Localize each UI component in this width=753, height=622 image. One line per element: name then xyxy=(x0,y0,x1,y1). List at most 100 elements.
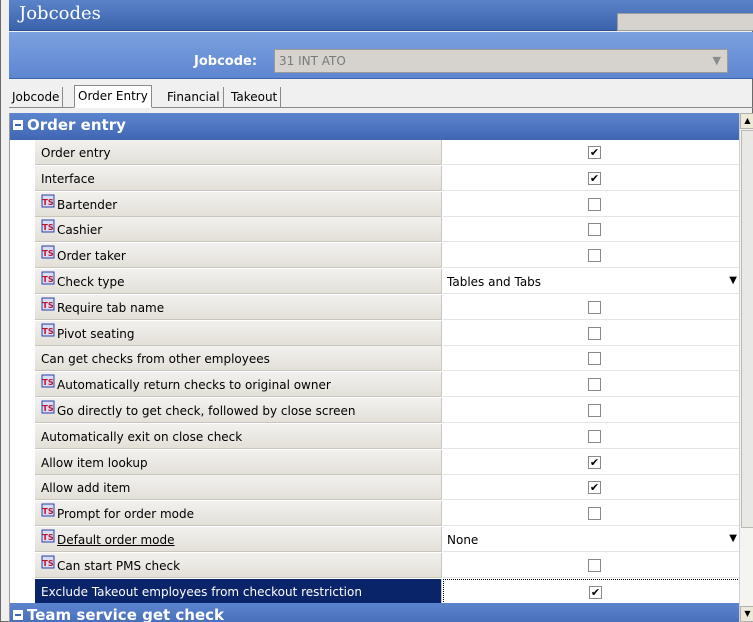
property-row[interactable]: TS Require tab name xyxy=(10,294,739,321)
property-label-cell[interactable]: Can get checks from other employees xyxy=(35,346,442,372)
property-row[interactable]: Order entry ✔ xyxy=(10,140,739,166)
scroll-thumb[interactable] xyxy=(741,130,753,528)
property-label: Pivot seating xyxy=(57,326,135,341)
scroll-up-icon[interactable]: ▲ xyxy=(740,113,753,129)
checkbox[interactable] xyxy=(588,404,601,417)
property-value-cell[interactable]: ✔ xyxy=(443,475,739,501)
property-label-cell[interactable]: TS Can start PMS check xyxy=(35,552,442,578)
tab-financial[interactable]: Financial xyxy=(164,87,224,107)
property-value-cell[interactable] xyxy=(443,243,739,269)
tab-jobcode[interactable]: Jobcode xyxy=(9,87,64,107)
property-row[interactable]: Can get checks from other employees xyxy=(10,346,739,373)
property-value-cell[interactable] xyxy=(443,346,739,372)
property-value-cell[interactable] xyxy=(443,320,739,346)
property-value-cell[interactable] xyxy=(443,552,739,578)
property-row[interactable]: Allow add item ✔ xyxy=(10,475,739,502)
property-value-cell[interactable] xyxy=(443,294,739,320)
property-row[interactable]: TS Go directly to get check, followed by … xyxy=(10,398,739,424)
jobcode-label: Jobcode: xyxy=(194,54,258,69)
row-gutter xyxy=(10,243,35,270)
property-label-cell[interactable]: TS Bartender xyxy=(35,191,442,217)
property-label-cell[interactable]: TS Prompt for order mode xyxy=(35,501,442,527)
chevron-down-icon[interactable]: ▼ xyxy=(729,533,737,544)
property-row[interactable]: TS Pivot seating xyxy=(10,320,739,347)
checkbox[interactable] xyxy=(588,429,601,443)
property-row[interactable]: TS Order taker xyxy=(10,243,739,270)
collapse-icon[interactable] xyxy=(13,120,23,130)
vertical-scrollbar[interactable]: ▲ ▼ xyxy=(739,113,753,622)
row-gutter xyxy=(10,346,35,373)
property-value-cell[interactable] xyxy=(443,423,739,449)
property-value-cell[interactable] xyxy=(443,501,739,527)
property-label: Order taker xyxy=(57,249,126,264)
dropdown[interactable]: Tables and Tabs ▼ xyxy=(443,269,739,294)
section-header-order-entry[interactable]: Order entry xyxy=(10,113,739,140)
property-value-cell[interactable]: ✔ xyxy=(443,140,739,165)
property-row[interactable]: TS Prompt for order mode xyxy=(10,501,739,528)
tab-takeout[interactable]: Takeout xyxy=(228,87,282,107)
ts-icon: TS xyxy=(41,297,55,311)
property-row[interactable]: TS Bartender xyxy=(10,191,739,218)
property-label-cell[interactable]: TS Pivot seating xyxy=(35,320,442,346)
property-label-cell[interactable]: TS Go directly to get check, followed by … xyxy=(35,398,442,423)
property-label-cell[interactable]: TS Automatically return checks to origina… xyxy=(35,372,442,398)
checkbox[interactable] xyxy=(588,558,601,572)
property-value-cell[interactable] xyxy=(443,372,739,398)
checkbox[interactable]: ✔ xyxy=(588,171,601,185)
property-value-cell[interactable]: ✔ xyxy=(443,165,739,191)
tab-strip: Jobcode Order Entry Financial Takeout xyxy=(9,84,753,108)
property-row[interactable]: TS Cashier xyxy=(10,217,739,244)
property-value-cell[interactable] xyxy=(443,217,739,243)
property-label-cell[interactable]: Automatically exit on close check xyxy=(35,423,442,449)
checkbox[interactable] xyxy=(588,223,601,237)
property-row[interactable]: Allow item lookup ✔ xyxy=(10,449,739,476)
property-label: Can get checks from other employees xyxy=(41,352,270,367)
property-value-cell[interactable]: ✔ xyxy=(443,578,739,604)
chevron-down-icon[interactable]: ▼ xyxy=(713,54,721,67)
dropdown[interactable]: None ▼ xyxy=(443,527,739,552)
property-value-cell[interactable] xyxy=(443,398,739,423)
jobcodes-window: Jobcodes Jobcode: 31 INT ATO ▼ Jobcode O… xyxy=(0,0,753,622)
property-label-cell[interactable]: TS Require tab name xyxy=(35,294,442,320)
property-label-cell[interactable]: Exclude Takeout employees from checkout … xyxy=(35,578,442,604)
title-bar-field[interactable] xyxy=(617,13,753,31)
checkbox[interactable]: ✔ xyxy=(588,146,601,159)
property-label-cell[interactable]: TS Default order mode xyxy=(35,527,442,552)
property-label-cell[interactable]: TS Order taker xyxy=(35,243,442,269)
chevron-down-icon[interactable]: ▼ xyxy=(729,275,737,286)
property-label-cell[interactable]: TS Cashier xyxy=(35,217,442,243)
checkbox[interactable] xyxy=(588,249,601,263)
checkbox[interactable]: ✔ xyxy=(588,455,601,469)
property-label-cell[interactable]: Interface xyxy=(35,165,442,191)
property-row[interactable]: Interface ✔ xyxy=(10,165,739,192)
section-header-team-service[interactable]: Team service get check xyxy=(10,603,739,622)
jobcode-header: Jobcode: 31 INT ATO ▼ xyxy=(9,32,753,79)
svg-text:TS: TS xyxy=(42,198,53,207)
property-label-cell[interactable]: Order entry xyxy=(35,140,442,165)
property-row[interactable]: TS Default order mode None ▼ xyxy=(10,527,739,553)
property-label-cell[interactable]: Allow add item xyxy=(35,475,442,501)
property-label-cell[interactable]: Allow item lookup xyxy=(35,449,442,475)
collapse-icon[interactable] xyxy=(13,610,23,620)
property-row[interactable]: TS Check type Tables and Tabs ▼ xyxy=(10,269,739,295)
property-label-cell[interactable]: TS Check type xyxy=(35,269,442,294)
jobcode-select[interactable]: 31 INT ATO ▼ xyxy=(274,49,728,73)
ts-icon: TS xyxy=(41,529,55,543)
checkbox[interactable]: ✔ xyxy=(589,585,602,599)
checkbox[interactable] xyxy=(588,300,601,314)
checkbox[interactable] xyxy=(588,197,601,211)
property-row[interactable]: TS Can start PMS check xyxy=(10,552,739,579)
checkbox[interactable] xyxy=(588,352,601,366)
window-title: Jobcodes xyxy=(19,3,101,24)
property-row[interactable]: Automatically exit on close check xyxy=(10,423,739,450)
property-row[interactable]: Exclude Takeout employees from checkout … xyxy=(10,578,739,605)
checkbox[interactable]: ✔ xyxy=(588,481,601,495)
checkbox[interactable] xyxy=(588,326,601,340)
checkbox[interactable] xyxy=(588,378,601,392)
property-value-cell[interactable] xyxy=(443,191,739,217)
property-row[interactable]: TS Automatically return checks to origina… xyxy=(10,372,739,399)
checkbox[interactable] xyxy=(588,507,601,521)
scroll-down-icon[interactable]: ▼ xyxy=(740,606,753,622)
tab-order-entry[interactable]: Order Entry xyxy=(74,85,152,108)
property-value-cell[interactable]: ✔ xyxy=(443,449,739,475)
